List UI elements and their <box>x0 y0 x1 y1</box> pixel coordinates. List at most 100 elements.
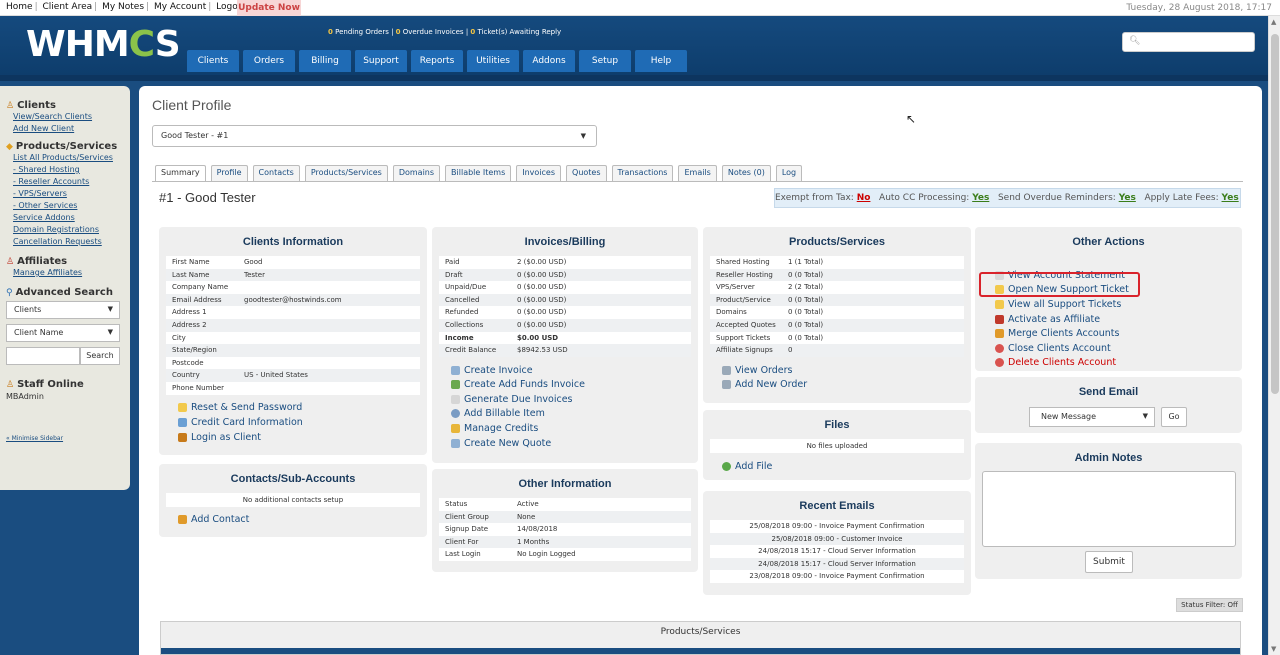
list-item[interactable]: 24/08/2018 15:17 - Cloud Server Informat… <box>710 545 964 558</box>
tab-notes[interactable]: Notes (0) <box>721 165 771 181</box>
nav-help[interactable]: Help <box>635 50 687 72</box>
list-item[interactable]: 23/08/2018 09:00 - Invoice Payment Confi… <box>710 570 964 583</box>
table-row: Collections 0 ($0.00 USD) <box>439 318 691 332</box>
whmcs-logo[interactable]: WHMCS <box>26 24 181 65</box>
nav-reports[interactable]: Reports <box>411 50 463 72</box>
add-new-order-link[interactable]: Add New Order <box>722 377 971 392</box>
client-flags-bar: Exempt from Tax: No Auto CC Processing: … <box>774 188 1241 208</box>
sidebar-service-addons[interactable]: Service Addons <box>13 212 124 224</box>
admin-notes-textarea[interactable] <box>982 471 1236 547</box>
pending-orders-count[interactable]: 0 <box>328 28 333 36</box>
tab-summary[interactable]: Summary <box>155 165 206 181</box>
tab-profile[interactable]: Profile <box>210 165 248 181</box>
email-list: 25/08/2018 09:00 - Invoice Payment Confi… <box>710 520 964 583</box>
send-email-go-button[interactable]: Go <box>1161 407 1187 427</box>
admin-notes-submit-button[interactable]: Submit <box>1085 551 1133 573</box>
merge-accounts-link[interactable]: Merge Clients Accounts <box>995 326 1242 341</box>
nav-addons[interactable]: Addons <box>523 50 575 72</box>
credit-card-link[interactable]: Credit Card Information <box>178 415 427 430</box>
list-item[interactable]: 25/08/2018 09:00 - Customer Invoice <box>710 532 964 546</box>
add-contact-link[interactable]: Add Contact <box>178 512 427 527</box>
list-item[interactable]: 25/08/2018 09:00 - Invoice Payment Confi… <box>710 520 964 533</box>
sidebar-shared-hosting[interactable]: - Shared Hosting <box>13 164 124 176</box>
cart-icon <box>722 365 731 375</box>
list-item[interactable]: 24/08/2018 15:17 - Cloud Server Informat… <box>710 557 964 571</box>
invoice-actions: Create Invoice Create Add Funds Invoice … <box>432 357 698 451</box>
sidebar-vps-servers[interactable]: - VPS/Servers <box>13 188 124 200</box>
view-support-tickets-link[interactable]: View all Support Tickets <box>995 297 1242 312</box>
scroll-up-icon[interactable]: ▲ <box>1271 18 1276 26</box>
sidebar-manage-affiliates[interactable]: Manage Affiliates <box>13 267 124 279</box>
nav-utilities[interactable]: Utilities <box>467 50 519 72</box>
home-link[interactable]: Home <box>6 2 33 12</box>
cart-add-icon <box>722 380 731 390</box>
sidebar-view-clients[interactable]: View/Search Clients <box>13 111 124 123</box>
advsearch-button[interactable]: Search <box>80 347 120 365</box>
tickets-awaiting-count[interactable]: 0 <box>470 28 475 36</box>
sidebar-cancellation-requests[interactable]: Cancellation Requests <box>13 236 124 248</box>
nav-orders[interactable]: Orders <box>243 50 295 72</box>
tax-exempt-value[interactable]: No <box>857 193 871 203</box>
tickets-awaiting-label[interactable]: Ticket(s) Awaiting Reply <box>478 28 562 36</box>
login-as-client-link[interactable]: Login as Client <box>178 430 427 445</box>
my-notes-link[interactable]: My Notes <box>102 2 144 12</box>
create-new-quote-link[interactable]: Create New Quote <box>451 436 698 451</box>
advsearch-field-select[interactable]: Client Name ▼ <box>6 324 120 342</box>
activate-affiliate-link[interactable]: Activate as Affiliate <box>995 312 1242 327</box>
table-row: Income $0.00 USD <box>445 333 559 342</box>
email-template-select[interactable]: New Message ▼ <box>1029 407 1155 427</box>
view-orders-link[interactable]: View Orders <box>722 363 971 378</box>
scrollbar-thumb[interactable] <box>1271 34 1279 394</box>
sidebar-domain-registrations[interactable]: Domain Registrations <box>13 224 124 236</box>
main-nav: Clients Orders Billing Support Reports U… <box>187 50 691 72</box>
nav-clients[interactable]: Clients <box>187 50 239 72</box>
reset-password-link[interactable]: Reset & Send Password <box>178 401 427 416</box>
tab-log[interactable]: Log <box>775 165 803 181</box>
client-area-link[interactable]: Client Area <box>43 2 93 12</box>
my-account-link[interactable]: My Account <box>154 2 206 12</box>
auto-cc-value[interactable]: Yes <box>972 193 989 203</box>
quote-icon <box>451 438 460 448</box>
chevron-down-icon: ▼ <box>580 132 586 140</box>
minimise-sidebar-link[interactable]: « Minimise Sidebar <box>6 435 124 442</box>
create-add-funds-link[interactable]: Create Add Funds Invoice <box>451 377 698 392</box>
header: WHMCS 0 Pending Orders | 0 Overdue Invoi… <box>0 16 1280 75</box>
tab-domains[interactable]: Domains <box>392 165 441 181</box>
overdue-invoices-count[interactable]: 0 <box>396 28 401 36</box>
manage-credits-link[interactable]: Manage Credits <box>451 421 698 436</box>
tab-emails[interactable]: Emails <box>678 165 717 181</box>
tab-products-services[interactable]: Products/Services <box>304 165 388 181</box>
nav-billing[interactable]: Billing <box>299 50 351 72</box>
sidebar-other-services[interactable]: - Other Services <box>13 200 124 212</box>
header-search-input[interactable]: 🔍︎ <box>1122 32 1255 52</box>
tab-quotes[interactable]: Quotes <box>566 165 607 181</box>
advsearch-input[interactable] <box>6 347 80 365</box>
client-select[interactable]: Good Tester - #1 ▼ <box>152 125 597 147</box>
add-file-link[interactable]: Add File <box>722 459 971 474</box>
pending-orders-label[interactable]: Pending Orders <box>335 28 389 36</box>
overdue-reminders-value[interactable]: Yes <box>1119 193 1136 203</box>
add-billable-item-link[interactable]: Add Billable Item <box>451 407 698 422</box>
create-invoice-link[interactable]: Create Invoice <box>451 363 698 378</box>
tab-transactions[interactable]: Transactions <box>611 165 674 181</box>
sidebar-list-products[interactable]: List All Products/Services <box>13 152 124 164</box>
update-now-button[interactable]: Update Now <box>237 0 301 16</box>
tab-billable-items[interactable]: Billable Items <box>445 165 512 181</box>
generate-due-invoices-link[interactable]: Generate Due Invoices <box>451 392 698 407</box>
late-fees-value[interactable]: Yes <box>1222 193 1239 203</box>
sidebar-add-client[interactable]: Add New Client <box>13 123 124 135</box>
delete-account-link[interactable]: Delete Clients Account <box>995 356 1242 371</box>
tab-invoices[interactable]: Invoices <box>516 165 562 181</box>
main-content: Client Profile Good Tester - #1 ▼ Summary… <box>139 86 1262 655</box>
close-account-link[interactable]: Close Clients Account <box>995 341 1242 356</box>
scrollbar[interactable]: ▲ ▼ <box>1268 16 1280 655</box>
scroll-down-icon[interactable]: ▼ <box>1271 645 1276 653</box>
nav-setup[interactable]: Setup <box>579 50 631 72</box>
status-filter-button[interactable]: Status Filter: Off <box>1176 598 1243 612</box>
delete-circle-icon <box>995 358 1004 368</box>
advsearch-type-select[interactable]: Clients ▼ <box>6 301 120 319</box>
overdue-invoices-label[interactable]: Overdue Invoices <box>403 28 464 36</box>
tab-contacts[interactable]: Contacts <box>252 165 300 181</box>
sidebar-reseller-accounts[interactable]: - Reseller Accounts <box>13 176 124 188</box>
nav-support[interactable]: Support <box>355 50 407 72</box>
